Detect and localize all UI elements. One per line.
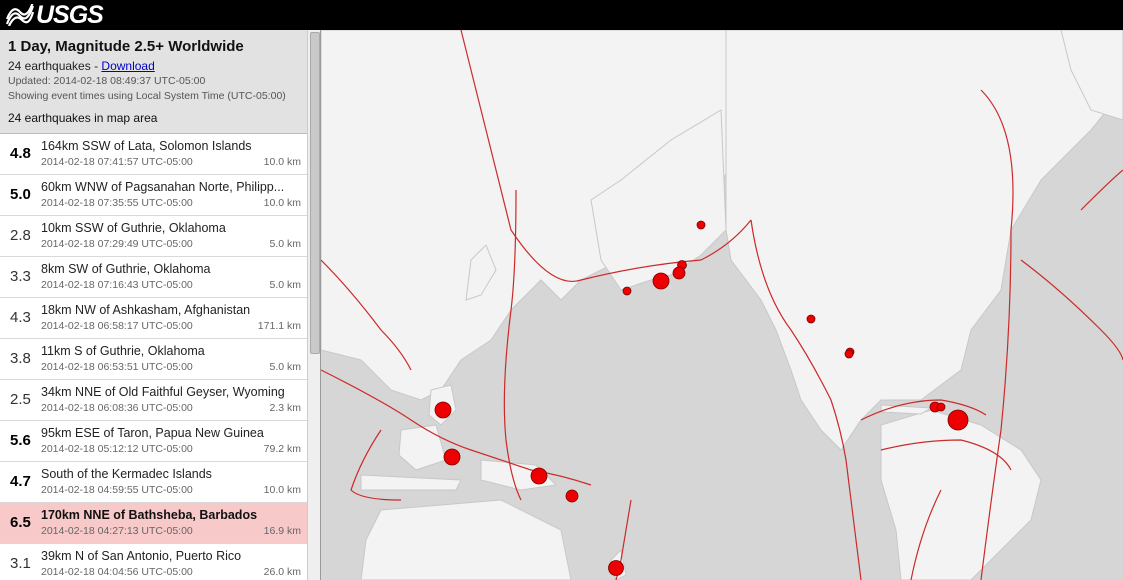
event-row[interactable]: 4.3 18km NW of Ashkasham, Afghanistan 20… xyxy=(0,298,307,339)
magnitude: 5.0 xyxy=(10,186,31,203)
event-place: 95km ESE of Taron, Papua New Guinea xyxy=(41,426,264,440)
event-depth: 5.0 km xyxy=(269,238,301,250)
event-row[interactable]: 3.8 11km S of Guthrie, Oklahoma 2014-02-… xyxy=(0,339,307,380)
event-place: 164km SSW of Lata, Solomon Islands xyxy=(41,139,252,153)
usgs-wave-logo-icon xyxy=(6,4,34,26)
earthquake-marker[interactable] xyxy=(443,448,461,466)
earthquake-map[interactable] xyxy=(321,30,1123,580)
event-place: 60km WNW of Pagsanahan Norte, Philipp... xyxy=(41,180,285,194)
event-depth: 79.2 km xyxy=(263,443,301,455)
event-depth: 5.0 km xyxy=(269,279,301,291)
event-place: 10km SSW of Guthrie, Oklahoma xyxy=(41,221,226,235)
usgs-logo-text: USGS xyxy=(36,1,104,29)
event-time: 2014-02-18 07:41:57 UTC-05:00 xyxy=(41,156,193,168)
page-title: 1 Day, Magnitude 2.5+ Worldwide xyxy=(8,38,244,55)
event-time: 2014-02-18 07:16:43 UTC-05:00 xyxy=(41,279,193,291)
event-row[interactable]: 2.8 10km SSW of Guthrie, Oklahoma 2014-0… xyxy=(0,216,307,257)
event-depth: 10.0 km xyxy=(263,484,301,496)
event-place: South of the Kermadec Islands xyxy=(41,467,212,481)
magnitude: 3.1 xyxy=(10,555,31,572)
usgs-logo[interactable]: USGS xyxy=(6,1,104,29)
event-time: 2014-02-18 04:04:56 UTC-05:00 xyxy=(41,566,193,578)
earthquake-marker[interactable] xyxy=(947,409,969,431)
event-depth: 10.0 km xyxy=(263,156,301,168)
map-canvas[interactable] xyxy=(321,30,1123,580)
earthquake-marker[interactable] xyxy=(806,314,816,324)
event-depth: 10.0 km xyxy=(263,197,301,209)
in-map-area-count: 24 earthquakes in map area xyxy=(8,111,158,125)
event-depth: 2.3 km xyxy=(269,402,301,414)
magnitude: 4.3 xyxy=(10,309,31,326)
event-row[interactable]: 2.5 34km NNE of Old Faithful Geyser, Wyo… xyxy=(0,380,307,421)
earthquake-list-panel: 1 Day, Magnitude 2.5+ Worldwide 24 earth… xyxy=(0,30,321,580)
scrollbar-thumb[interactable] xyxy=(310,32,320,354)
event-time: 2014-02-18 05:12:12 UTC-05:00 xyxy=(41,443,193,455)
event-time: 2014-02-18 04:59:55 UTC-05:00 xyxy=(41,484,193,496)
event-place: 170km NNE of Bathsheba, Barbados xyxy=(41,508,258,522)
earthquake-marker[interactable] xyxy=(672,266,686,280)
earthquake-marker[interactable] xyxy=(936,402,946,412)
event-time: 2014-02-18 07:29:49 UTC-05:00 xyxy=(41,238,193,250)
magnitude: 4.7 xyxy=(10,473,31,490)
earthquake-marker[interactable] xyxy=(530,467,548,485)
event-depth: 26.0 km xyxy=(263,566,301,578)
event-row[interactable]: 3.3 8km SW of Guthrie, Oklahoma 2014-02-… xyxy=(0,257,307,298)
download-link[interactable]: Download xyxy=(101,59,154,73)
earthquake-marker[interactable] xyxy=(844,349,854,359)
magnitude: 2.5 xyxy=(10,391,31,408)
updated-timestamp: Updated: 2014-02-18 08:49:37 UTC-05:00 xyxy=(8,75,206,87)
magnitude: 3.3 xyxy=(10,268,31,285)
magnitude: 5.6 xyxy=(10,432,31,449)
event-place: 11km S of Guthrie, Oklahoma xyxy=(41,344,205,358)
event-time: 2014-02-18 06:08:36 UTC-05:00 xyxy=(41,402,193,414)
earthquake-marker[interactable] xyxy=(565,489,579,503)
earthquake-marker[interactable] xyxy=(608,560,624,576)
count-text: 24 earthquakes - xyxy=(8,59,102,73)
event-depth: 5.0 km xyxy=(269,361,301,373)
magnitude: 6.5 xyxy=(10,514,31,531)
earthquake-marker[interactable] xyxy=(652,272,670,290)
event-depth: 171.1 km xyxy=(257,320,301,332)
event-row[interactable]: 3.1 39km N of San Antonio, Puerto Rico 2… xyxy=(0,544,307,580)
event-place: 18km NW of Ashkasham, Afghanistan xyxy=(41,303,251,317)
event-row[interactable]: 4.7 South of the Kermadec Islands 2014-0… xyxy=(0,462,307,503)
earthquake-count: 24 earthquakes - Download xyxy=(8,59,155,73)
magnitude: 2.8 xyxy=(10,227,31,244)
earthquake-marker[interactable] xyxy=(696,220,706,230)
earthquake-marker[interactable] xyxy=(434,401,452,419)
event-place: 8km SW of Guthrie, Oklahoma xyxy=(41,262,211,276)
event-time: 2014-02-18 04:27:13 UTC-05:00 xyxy=(41,525,193,537)
event-row[interactable]: 4.8 164km SSW of Lata, Solomon Islands 2… xyxy=(0,134,307,175)
magnitude: 3.8 xyxy=(10,350,31,367)
event-depth: 16.9 km xyxy=(263,525,301,537)
top-bar: USGS xyxy=(0,0,1123,30)
list-scrollbar[interactable] xyxy=(307,30,320,580)
event-row[interactable]: 5.0 60km WNW of Pagsanahan Norte, Philip… xyxy=(0,175,307,216)
event-time: 2014-02-18 07:35:55 UTC-05:00 xyxy=(41,197,193,209)
magnitude: 4.8 xyxy=(10,145,31,162)
event-time: 2014-02-18 06:53:51 UTC-05:00 xyxy=(41,361,193,373)
event-row-selected[interactable]: 6.5 170km NNE of Bathsheba, Barbados 201… xyxy=(0,503,307,544)
event-place: 34km NNE of Old Faithful Geyser, Wyoming xyxy=(41,385,285,399)
event-place: 39km N of San Antonio, Puerto Rico xyxy=(41,549,242,563)
earthquake-marker[interactable] xyxy=(622,286,632,296)
event-row[interactable]: 5.6 95km ESE of Taron, Papua New Guinea … xyxy=(0,421,307,462)
timezone-note: Showing event times using Local System T… xyxy=(8,90,286,102)
event-list: 4.8 164km SSW of Lata, Solomon Islands 2… xyxy=(0,134,307,580)
event-time: 2014-02-18 06:58:17 UTC-05:00 xyxy=(41,320,193,332)
summary-header: 1 Day, Magnitude 2.5+ Worldwide 24 earth… xyxy=(0,30,307,134)
